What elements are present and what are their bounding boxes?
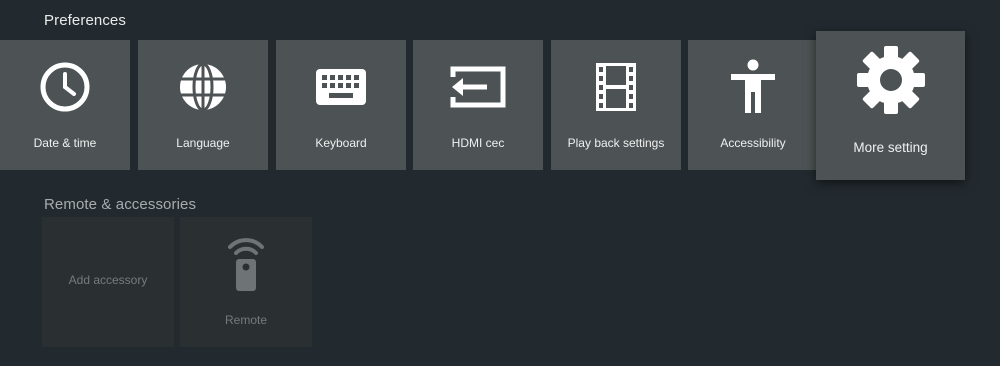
date-time-label: Date & time (33, 136, 97, 150)
keyboard-icon (276, 60, 406, 114)
more-setting-tile[interactable]: More setting (816, 31, 965, 180)
remote-control-icon (180, 229, 312, 295)
accessibility-label: Accessibility (720, 136, 786, 150)
gear-icon (816, 45, 965, 115)
playback-settings-label: Play back settings (567, 136, 665, 150)
keyboard-label: Keyboard (315, 136, 367, 150)
add-accessory-tile[interactable]: Add accessory (42, 217, 174, 347)
playback-settings-tile[interactable]: Play back settings (551, 40, 681, 170)
remote-label: Remote (224, 313, 268, 327)
keyboard-tile[interactable]: Keyboard (276, 40, 406, 170)
globe-icon (138, 60, 268, 114)
remote-tile[interactable]: Remote (180, 217, 312, 347)
settings-screen: Preferences Date & time Language Keyboar… (0, 0, 1000, 366)
date-time-tile[interactable]: Date & time (0, 40, 130, 170)
hdmi-cec-label: HDMI cec (451, 136, 505, 150)
remote-accessories-heading: Remote & accessories (44, 196, 197, 213)
accessibility-icon (688, 59, 818, 114)
hdmi-cec-tile[interactable]: HDMI cec (413, 40, 543, 170)
language-tile[interactable]: Language (138, 40, 268, 170)
hdmi-input-icon (413, 60, 543, 114)
accessibility-tile[interactable]: Accessibility (688, 40, 818, 170)
film-strip-icon (551, 60, 681, 114)
language-label: Language (176, 136, 230, 150)
preferences-heading: Preferences (44, 12, 126, 29)
more-setting-label: More setting (853, 140, 928, 155)
add-accessory-label: Add accessory (68, 273, 148, 287)
clock-icon (0, 60, 130, 114)
